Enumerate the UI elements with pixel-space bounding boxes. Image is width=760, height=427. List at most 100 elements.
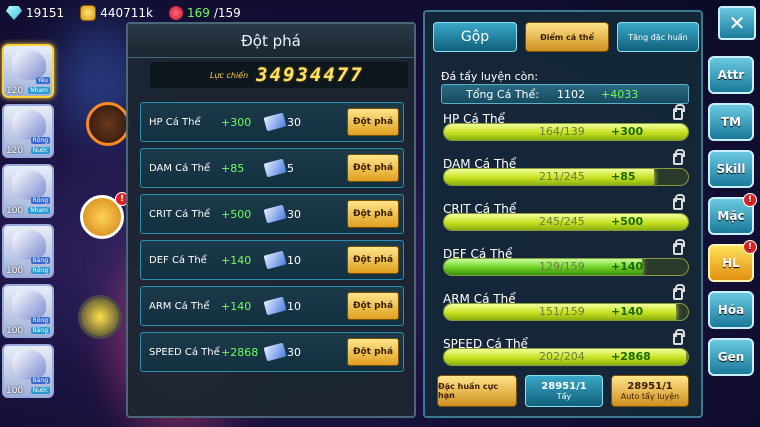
breakthrough-row: HP Cá Thể +300 30 Đột phá	[140, 102, 404, 142]
stat-bonus: +500	[611, 215, 644, 228]
type-tag: Nham	[28, 87, 50, 94]
team-slot[interactable]: Băng Nước 100	[2, 344, 54, 398]
level-label: 120	[6, 86, 24, 96]
stat-bonus: +2868	[611, 350, 651, 363]
tab-merge[interactable]: Gộp	[433, 22, 517, 52]
scroll-cost: 30	[287, 345, 301, 359]
remaining-stones-label: Đá tẩy luyện còn:	[441, 70, 539, 83]
stamina-current: 169	[186, 6, 210, 20]
scroll-cost: 10	[287, 253, 301, 267]
equip-button[interactable]: Mặc!	[708, 193, 757, 235]
scroll-icon	[263, 250, 287, 270]
breakthrough-button[interactable]: Đột phá	[347, 292, 399, 320]
individual-points-panel: Gộp Điểm cá thể Tăng đặc huấn Đá tẩy luy…	[423, 10, 703, 418]
stat-bonus: +140	[611, 260, 644, 273]
team-slot[interactable]: Rồng Nham 100	[2, 164, 54, 218]
breakthrough-button[interactable]: Đột phá	[347, 200, 399, 228]
breakthrough-button[interactable]: Đột phá	[347, 108, 399, 136]
stat-bonus: +500	[221, 207, 252, 221]
lock-icon[interactable]	[673, 149, 685, 165]
tm-button[interactable]: TM	[708, 103, 754, 141]
lock-icon[interactable]	[673, 194, 685, 210]
lock-icon[interactable]	[673, 329, 685, 345]
stat-current: 129/159	[539, 260, 585, 273]
breakthrough-row: CRIT Cá Thể +500 30 Đột phá	[140, 194, 404, 234]
total-individual-bar: Tổng Cá Thể: 1102 +4033	[441, 84, 689, 104]
stat-bonus: +2868	[221, 345, 259, 359]
button-label: Đặc huấn cực hạn	[438, 382, 499, 400]
extreme-training-button[interactable]: Đặc huấn cực hạn	[437, 375, 517, 407]
lock-icon[interactable]	[673, 239, 685, 255]
pokemon-portrait	[12, 230, 46, 260]
lock-icon[interactable]	[673, 284, 685, 300]
orb-item-icon[interactable]	[78, 295, 122, 339]
panel-title: Đột phá	[128, 24, 414, 58]
refine-button[interactable]: 28951/1 Tẩy	[525, 375, 603, 407]
stat-row: CRIT Cá Thể 245/245 +500	[443, 194, 689, 238]
stat-name: DAM Cá Thể	[149, 162, 211, 174]
total-label: Tổng Cá Thể:	[466, 87, 539, 101]
tab-individual-points[interactable]: Điểm cá thể	[525, 22, 609, 52]
stat-name: ARM Cá Thể	[149, 300, 210, 312]
stat-bonus: +85	[221, 161, 245, 175]
stat-row: DEF Cá Thể 129/159 +140	[443, 239, 689, 283]
gold-counter: 440711k	[80, 5, 153, 21]
scroll-icon	[263, 204, 287, 224]
auto-refine-button[interactable]: 28951/1 Auto tẩy luyện	[611, 375, 689, 407]
bag-icon[interactable]: !	[80, 192, 129, 239]
breakthrough-row: SPEED Cá Thể +2868 30 Đột phá	[140, 332, 404, 372]
gem-counter: 19151	[6, 6, 64, 20]
lock-icon[interactable]	[673, 104, 685, 120]
evolve-button[interactable]: Hóa	[708, 291, 754, 329]
team-slot[interactable]: Băng Rồng 100	[2, 224, 54, 278]
type-tag: Nước	[30, 147, 50, 154]
hl-label: HL	[722, 256, 740, 270]
tab-special-training[interactable]: Tăng đặc huấn	[617, 22, 699, 52]
stat-current: 202/204	[539, 350, 585, 363]
stat-current: 151/159	[539, 305, 585, 318]
gem-value: 19151	[26, 6, 65, 20]
gold-coin-icon	[80, 5, 97, 21]
hl-button[interactable]: HL!	[708, 240, 757, 282]
panel-tabs: Gộp Điểm cá thể Tăng đặc huấn	[433, 22, 699, 52]
skill-button[interactable]: Skill	[708, 150, 754, 188]
breakthrough-button[interactable]: Đột phá	[347, 338, 399, 366]
team-slot[interactable]: Yêu Nham 120	[2, 44, 54, 98]
scroll-icon	[263, 342, 287, 362]
close-button[interactable]: ✕	[718, 6, 756, 40]
attr-button[interactable]: Attr	[708, 56, 754, 94]
type-tag: Yêu	[35, 77, 50, 84]
level-label: 120	[6, 146, 24, 156]
scroll-icon	[263, 158, 287, 178]
side-menu: Attr TM Skill Mặc! HL! Hóa Gen	[708, 56, 757, 385]
breakthrough-button[interactable]: Đột phá	[347, 246, 399, 274]
level-label: 100	[6, 206, 24, 216]
pokemon-portrait	[12, 350, 46, 380]
gen-button[interactable]: Gen	[708, 338, 754, 376]
breakthrough-row: ARM Cá Thể +140 10 Đột phá	[140, 286, 404, 326]
button-label: Tẩy	[556, 392, 572, 401]
scroll-icon	[263, 296, 287, 316]
combat-power: Lực chiến 34934477	[150, 62, 408, 88]
gold-value: 440711k	[100, 6, 153, 20]
stat-name: CRIT Cá Thể	[149, 208, 211, 220]
power-label: Lực chiến	[210, 70, 249, 80]
breakthrough-button[interactable]: Đột phá	[347, 154, 399, 182]
stat-current: 164/139	[539, 125, 585, 138]
type-tag: Rồng	[30, 267, 50, 274]
scroll-cost: 30	[287, 207, 301, 221]
stat-current: 211/245	[539, 170, 585, 183]
stat-name: SPEED Cá Thể	[149, 346, 220, 358]
team-list: Yêu Nham 120 Rồng Nước 120 Rồng Nham 100 Băng R…	[2, 44, 62, 404]
held-item-icon[interactable]	[86, 102, 130, 146]
stat-name: DEF Cá Thể	[149, 254, 207, 266]
type-tag: Nham	[28, 207, 50, 214]
stat-bonus: +300	[221, 115, 252, 129]
scroll-cost: 30	[287, 115, 301, 129]
team-slot[interactable]: Rồng Băng 100	[2, 284, 54, 338]
action-buttons: Đặc huấn cực hạn 28951/1 Tẩy 28951/1 Aut…	[437, 375, 689, 407]
stat-row: DAM Cá Thể 211/245 +85	[443, 149, 689, 193]
team-slot[interactable]: Rồng Nước 120	[2, 104, 54, 158]
stat-row: HP Cá Thể 164/139 +300	[443, 104, 689, 148]
level-label: 100	[6, 326, 24, 336]
